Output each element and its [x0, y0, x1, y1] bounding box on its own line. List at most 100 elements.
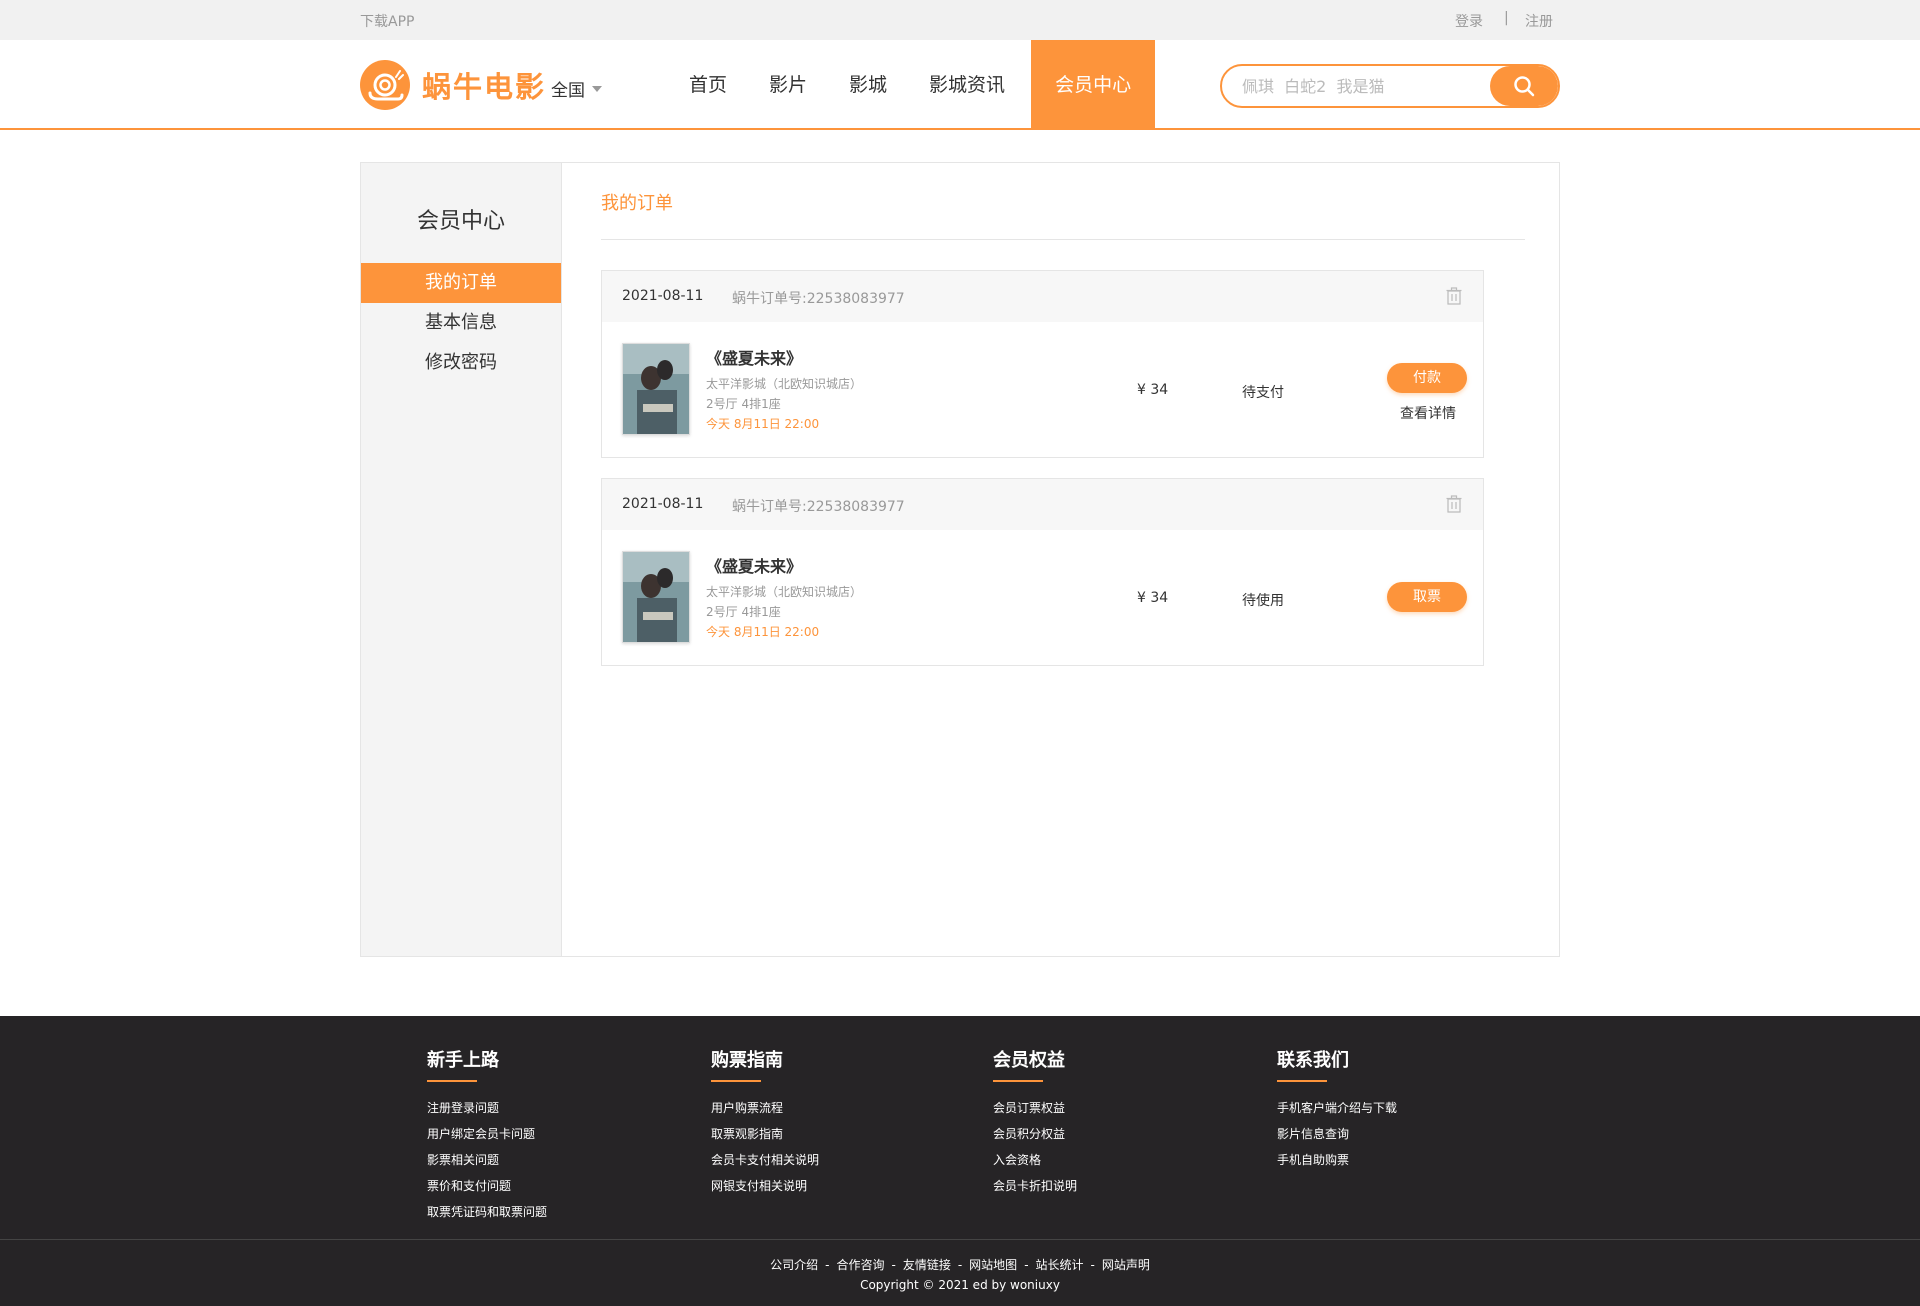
nav-member-center[interactable]: 会员中心	[1031, 40, 1156, 130]
copyright: Copyright © 2021 ed by woniuxy	[860, 1278, 1060, 1292]
movie-poster[interactable]	[622, 551, 690, 643]
footer-link[interactable]: 网银支付相关说明	[711, 1173, 819, 1199]
footer-title-underline	[711, 1080, 761, 1082]
nav-movies[interactable]: 影片	[748, 40, 828, 130]
footer-bottom-link[interactable]: 合作咨询	[836, 1258, 884, 1272]
cinema-name: 太平洋影城（北欧知识城店）	[706, 585, 863, 599]
footer-link[interactable]: 会员卡支付相关说明	[711, 1147, 819, 1173]
footer-link[interactable]: 注册登录问题	[427, 1095, 547, 1121]
footer-bottom-link[interactable]: 网站地图	[969, 1258, 1017, 1272]
search-icon	[1514, 76, 1535, 97]
footer-column-title: 新手上路	[427, 1050, 499, 1071]
trash-icon[interactable]	[1446, 495, 1462, 513]
footer: 新手上路 注册登录问题 用户绑定会员卡问题 影票相关问题 票价和支付问题 取票凭…	[0, 1016, 1920, 1306]
search-input[interactable]	[1222, 66, 1492, 106]
order-date: 2021-08-11	[622, 288, 704, 304]
link-separator: -	[1024, 1258, 1029, 1272]
footer-link[interactable]: 手机客户端介绍与下载	[1277, 1095, 1397, 1121]
footer-title-underline	[993, 1080, 1043, 1082]
sidebar-item-my-orders[interactable]: 我的订单	[361, 263, 561, 303]
footer-link[interactable]: 会员积分权益	[993, 1121, 1077, 1147]
footer-link[interactable]: 会员卡折扣说明	[993, 1173, 1077, 1199]
order-price: ¥ 34	[1137, 382, 1169, 398]
footer-title-underline	[1277, 1080, 1327, 1082]
login-link[interactable]: 登录	[1455, 11, 1483, 31]
footer-link[interactable]: 入会资格	[993, 1147, 1077, 1173]
movie-title: 《盛夏未来》	[706, 557, 803, 576]
snail-logo-icon	[360, 60, 410, 110]
footer-column-member-benefits: 会员权益 会员订票权益 会员积分权益 入会资格 会员卡折扣说明	[993, 1046, 1077, 1199]
register-link[interactable]: 注册	[1525, 11, 1553, 31]
seat-info: 2号厅 4排1座	[706, 605, 781, 619]
footer-title-underline	[427, 1080, 477, 1082]
showtime: 今天 8月11日 22:00	[706, 625, 820, 639]
footer-column-beginner: 新手上路 注册登录问题 用户绑定会员卡问题 影票相关问题 票价和支付问题 取票凭…	[427, 1046, 547, 1225]
sidebar-item-basic-info[interactable]: 基本信息	[361, 303, 561, 343]
download-app-link[interactable]: 下载APP	[360, 11, 414, 31]
footer-bottom-link[interactable]: 站长统计	[1036, 1258, 1084, 1272]
header: 蜗牛电影 全国 首页 影片 影城 影城资讯 会员中心	[0, 40, 1920, 130]
footer-column-title: 联系我们	[1277, 1050, 1349, 1071]
order-header: 2021-08-11 蜗牛订单号:22538083977	[602, 479, 1483, 530]
city-label: 全国	[551, 81, 585, 101]
topbar-separator: |	[1504, 10, 1509, 26]
footer-link[interactable]: 票价和支付问题	[427, 1173, 547, 1199]
order-status: 待支付	[1242, 385, 1284, 401]
pick-up-ticket-button[interactable]: 取票	[1387, 582, 1467, 612]
order-price: ¥ 34	[1137, 590, 1169, 606]
footer-column-ticket-guide: 购票指南 用户购票流程 取票观影指南 会员卡支付相关说明 网银支付相关说明	[711, 1046, 819, 1199]
link-separator: -	[957, 1258, 963, 1272]
order-card: 2021-08-11 蜗牛订单号:22538083977 《盛夏未来》 太平洋影…	[601, 478, 1484, 666]
search-button[interactable]	[1490, 66, 1558, 106]
nav-home[interactable]: 首页	[668, 40, 748, 130]
sidebar-item-change-password[interactable]: 修改密码	[361, 343, 561, 383]
caret-down-icon	[592, 85, 602, 92]
footer-bottom-link[interactable]: 网站声明	[1102, 1258, 1150, 1272]
footer-column-contact: 联系我们 手机客户端介绍与下载 影片信息查询 手机自助购票	[1277, 1046, 1397, 1173]
trash-icon[interactable]	[1446, 287, 1462, 305]
view-details-link[interactable]: 查看详情	[1400, 403, 1456, 423]
city-selector[interactable]: 全国	[551, 76, 602, 101]
search-box	[1220, 64, 1560, 108]
top-bar: 下载APP 登录 | 注册	[0, 0, 1920, 40]
footer-bottom-link[interactable]: 公司介绍	[770, 1258, 818, 1272]
footer-bottom-links: 公司介绍 - 合作咨询 - 友情链接 - 网站地图 - 站长统计 - 网站声明	[0, 1256, 1920, 1273]
footer-bottom-link[interactable]: 友情链接	[903, 1258, 951, 1272]
footer-link[interactable]: 影票相关问题	[427, 1147, 547, 1173]
order-header: 2021-08-11 蜗牛订单号:22538083977	[602, 271, 1483, 322]
footer-link[interactable]: 用户购票流程	[711, 1095, 819, 1121]
order-number: 蜗牛订单号:22538083977	[732, 499, 905, 515]
nav-cinema-news[interactable]: 影城资讯	[908, 40, 1026, 130]
main-panel: 会员中心 我的订单 基本信息 修改密码 我的订单 2021-08-11 蜗牛订单…	[360, 162, 1560, 957]
order-date: 2021-08-11	[622, 496, 704, 512]
showtime: 今天 8月11日 22:00	[706, 417, 820, 431]
main-nav: 首页 影片 影城 影城资讯 会员中心	[668, 40, 1156, 130]
nav-cinemas[interactable]: 影城	[828, 40, 908, 130]
sidebar: 会员中心 我的订单 基本信息 修改密码	[361, 163, 562, 956]
logo[interactable]: 蜗牛电影	[360, 60, 546, 110]
order-card: 2021-08-11 蜗牛订单号:22538083977 《盛夏未来》 太平洋影…	[601, 270, 1484, 458]
pay-button[interactable]: 付款	[1387, 363, 1467, 393]
footer-link[interactable]: 用户绑定会员卡问题	[427, 1121, 547, 1147]
movie-title: 《盛夏未来》	[706, 349, 803, 368]
seat-info: 2号厅 4排1座	[706, 397, 781, 411]
order-status: 待使用	[1242, 593, 1284, 609]
link-separator: -	[825, 1258, 830, 1272]
link-separator: -	[891, 1258, 896, 1272]
footer-column-title: 会员权益	[993, 1050, 1065, 1071]
footer-divider	[0, 1239, 1920, 1240]
footer-link[interactable]: 会员订票权益	[993, 1095, 1077, 1121]
movie-poster[interactable]	[622, 343, 690, 435]
title-divider	[601, 239, 1525, 240]
footer-link[interactable]: 取票观影指南	[711, 1121, 819, 1147]
link-separator: -	[1090, 1258, 1095, 1272]
cinema-name: 太平洋影城（北欧知识城店）	[706, 377, 863, 391]
logo-text: 蜗牛电影	[422, 70, 547, 104]
sidebar-title: 会员中心	[416, 209, 505, 234]
footer-link[interactable]: 取票凭证码和取票问题	[427, 1199, 547, 1225]
order-number: 蜗牛订单号:22538083977	[732, 291, 905, 307]
footer-link[interactable]: 影片信息查询	[1277, 1121, 1397, 1147]
page-title: 我的订单	[601, 193, 673, 214]
footer-column-title: 购票指南	[711, 1050, 783, 1071]
footer-link[interactable]: 手机自助购票	[1277, 1147, 1397, 1173]
